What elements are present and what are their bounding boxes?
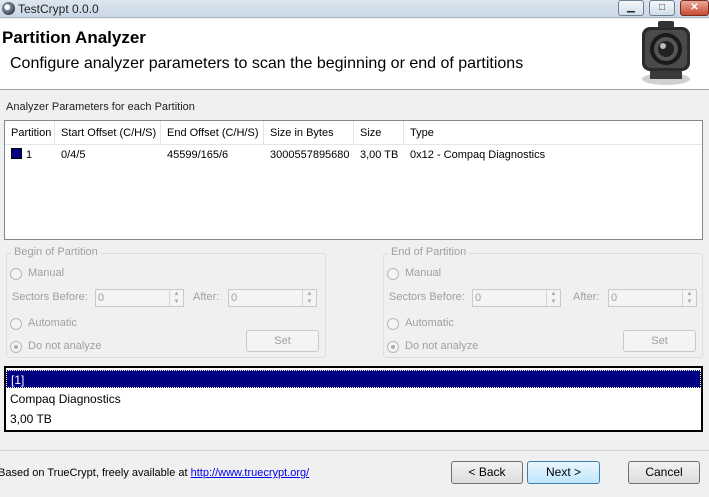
end-after-input[interactable]: 0 ▲ ▼ bbox=[608, 289, 697, 307]
begin-do-not-analyze-label: Do not analyze bbox=[28, 340, 102, 352]
list-header: Partition Start Offset (C/H/S) End Offse… bbox=[5, 121, 702, 145]
close-button[interactable]: ✕ bbox=[680, 0, 709, 16]
analyzer-params-label: Analyzer Parameters for each Partition bbox=[6, 101, 195, 113]
end-do-not-analyze-label: Do not analyze bbox=[405, 340, 479, 352]
size-cell: 3,00 TB bbox=[360, 149, 399, 161]
partition-cell: 1 bbox=[5, 146, 32, 164]
info-size[interactable]: 3,00 TB bbox=[10, 410, 52, 428]
end-sectors-before-label: Sectors Before: bbox=[389, 291, 465, 303]
begin-manual-label: Manual bbox=[28, 267, 65, 279]
end-automatic-label: Automatic bbox=[405, 317, 454, 329]
end-manual-label: Manual bbox=[405, 267, 442, 279]
begin-sectors-before-label: Sectors Before: bbox=[12, 291, 88, 303]
footer-credit: Based on TrueCrypt, freely available at … bbox=[0, 467, 309, 479]
footer-divider bbox=[0, 450, 709, 451]
end-automatic-radio[interactable] bbox=[387, 318, 399, 330]
app-icon bbox=[2, 2, 15, 15]
column-size[interactable]: Size bbox=[354, 121, 404, 145]
column-size-bytes[interactable]: Size in Bytes bbox=[264, 121, 354, 145]
partition-list[interactable]: Partition Start Offset (C/H/S) End Offse… bbox=[4, 120, 703, 240]
end-offset-cell: 45599/165/6 bbox=[167, 149, 229, 161]
minimize-button[interactable]: ▁ bbox=[618, 0, 644, 16]
begin-do-not-analyze-radio[interactable] bbox=[10, 341, 22, 353]
end-of-partition-group: End of Partition Manual Sectors Before: … bbox=[383, 246, 703, 358]
truecrypt-link[interactable]: http://www.truecrypt.org/ bbox=[191, 467, 310, 479]
column-end-offset[interactable]: End Offset (C/H/S) bbox=[161, 121, 264, 145]
begin-group-label: Begin of Partition bbox=[11, 246, 101, 258]
column-partition[interactable]: Partition bbox=[5, 121, 55, 145]
begin-automatic-radio[interactable] bbox=[10, 318, 22, 330]
begin-after-input[interactable]: 0 ▲ ▼ bbox=[228, 289, 317, 307]
end-do-not-analyze-radio[interactable] bbox=[387, 341, 399, 353]
info-partition-id[interactable]: [1] bbox=[6, 370, 701, 388]
end-manual-radio[interactable] bbox=[387, 268, 399, 280]
begin-automatic-label: Automatic bbox=[28, 317, 77, 329]
footer-credit-text: Based on TrueCrypt, freely available at bbox=[0, 467, 191, 479]
end-after-label: After: bbox=[573, 291, 600, 303]
column-start-offset[interactable]: Start Offset (C/H/S) bbox=[55, 121, 161, 145]
begin-sectors-before-input[interactable]: 0 ▲ ▼ bbox=[95, 289, 184, 307]
partition-color-swatch bbox=[11, 148, 22, 159]
maximize-button[interactable]: □ bbox=[649, 0, 675, 16]
begin-after-label: After: bbox=[193, 291, 220, 303]
wizard-header: Partition Analyzer Configure analyzer pa… bbox=[0, 19, 709, 90]
type-cell: 0x12 - Compaq Diagnostics bbox=[410, 149, 546, 161]
partition-info-list[interactable]: [1] Compaq Diagnostics 3,00 TB bbox=[4, 366, 703, 432]
end-set-button[interactable]: Set bbox=[623, 330, 696, 352]
begin-of-partition-group: Begin of Partition Manual Sectors Before… bbox=[6, 246, 326, 358]
back-button[interactable]: < Back bbox=[451, 461, 523, 484]
column-type[interactable]: Type bbox=[404, 121, 700, 145]
start-offset-cell: 0/4/5 bbox=[61, 149, 86, 161]
size-bytes-cell: 3000557895680 bbox=[270, 149, 350, 161]
camera-lens-icon bbox=[642, 21, 690, 85]
end-sectors-before-input[interactable]: 0 ▲ ▼ bbox=[472, 289, 561, 307]
spinner-arrows-icon[interactable]: ▲ ▼ bbox=[302, 290, 316, 306]
begin-set-button[interactable]: Set bbox=[246, 330, 319, 352]
page-subtitle: Configure analyzer parameters to scan th… bbox=[10, 55, 524, 72]
window-title: TestCrypt 0.0.0 bbox=[18, 2, 99, 16]
spinner-arrows-icon[interactable]: ▲ ▼ bbox=[169, 290, 183, 306]
cancel-button[interactable]: Cancel bbox=[628, 461, 700, 484]
spinner-arrows-icon[interactable]: ▲ ▼ bbox=[546, 290, 560, 306]
begin-manual-radio[interactable] bbox=[10, 268, 22, 280]
title-bar: TestCrypt 0.0.0 ▁ □ ✕ bbox=[0, 0, 709, 18]
info-type[interactable]: Compaq Diagnostics bbox=[10, 390, 121, 408]
table-row[interactable]: 1 0/4/5 45599/165/6 3000557895680 3,00 T… bbox=[5, 146, 702, 164]
spinner-arrows-icon[interactable]: ▲ ▼ bbox=[682, 290, 696, 306]
page-title: Partition Analyzer bbox=[2, 28, 146, 47]
end-group-label: End of Partition bbox=[388, 246, 470, 258]
next-button[interactable]: Next > bbox=[527, 461, 600, 484]
